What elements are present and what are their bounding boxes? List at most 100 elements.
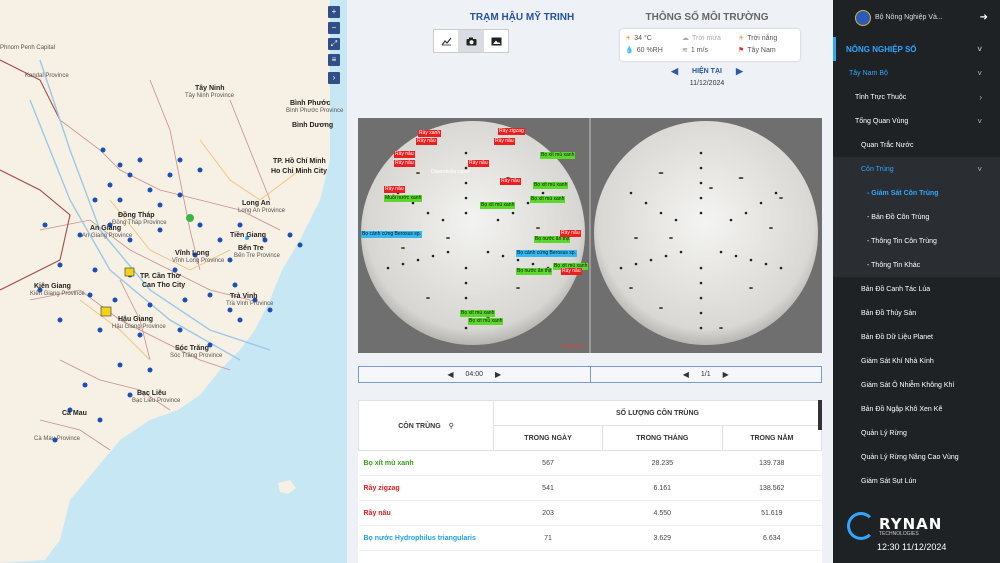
temperature-icon: ☀ [625,35,632,42]
sidebar-item-9[interactable]: - Thông Tin Khác [833,253,1000,277]
table-row[interactable]: Bọ nước Hydrophilus triangularis 71 3.629 6… [358,525,822,551]
insect-name: Rầy nâu [358,500,494,526]
layers-button[interactable]: ≡ [328,54,340,66]
wind-icon: ≋ [682,47,688,54]
next-page-arrow-icon[interactable]: ▶ [723,370,729,379]
photo-navigation: ◀ 04:00 ▶ ◀ 1/1 ▶ [358,366,822,383]
map-label: Bình Dương [292,122,334,129]
sidebar-item-13[interactable]: Giám Sát Khí Nhà Kính [833,349,1000,373]
sidebar-item-label: - Thông Tin Khác [867,261,921,269]
insect-count-table: CÔN TRÙNG ⚲ SỐ LƯỢNG CÔN TRÙNG TRONG NGÀ… [358,400,822,563]
detection-label: Diaeretiella rapae [431,169,471,175]
column-header-year: TRONG NĂM [721,425,822,451]
sidebar-item-label: Giám Sát Khí Nhà Kính [861,357,934,365]
image-tab[interactable] [484,30,508,52]
previous-time-arrow-icon[interactable]: ◀ [447,370,453,379]
sidebar-item-17[interactable]: Quản Lý Rừng Nâng Cao Vùng [833,445,1000,469]
zoom-in-button[interactable]: + [328,6,340,18]
table-row[interactable]: Rầy zigzag 541 6.161 138.562 [358,475,822,501]
sidebar-item-label: Quan Trắc Nước [861,141,914,149]
sidebar-item-16[interactable]: Quản Lý Rừng [833,421,1000,445]
sidebar-item-18[interactable]: Giám Sát Sụt Lún [833,469,1000,493]
detection-label: Rầy nâu [494,138,515,145]
column-header-insect[interactable]: CÔN TRÙNG ⚲ [358,400,494,451]
count-month: 28.235 [602,450,723,476]
sidebar-item-label: Bản Đồ Ngập Khô Xen Kẽ [861,405,943,413]
expand-panel-button[interactable]: › [328,72,340,84]
sidebar-item-3[interactable]: Tổng Quan Vùng ˅ [833,109,1000,133]
next-arrow-icon[interactable]: ▶ [736,66,743,77]
chevron-down-icon: ˅ [977,116,982,126]
current-label: HIỆN TẠI [692,68,722,75]
humidity-value: 60 %RH [636,46,663,54]
count-year: 138.562 [722,475,822,501]
previous-arrow-icon[interactable]: ◀ [671,66,678,77]
map-label: TP. Hồ Chí Minh [273,158,326,165]
sidebar-item-1[interactable]: Tây Nam Bộ ˅ [833,61,1000,85]
map-label: Kiên Giang Province [30,291,85,297]
sidebar-item-6[interactable]: - Giám Sát Côn Trùng [833,181,1000,205]
zoom-out-button[interactable]: − [328,22,340,34]
table-scrollbar[interactable] [818,400,822,430]
sun-icon: ☀ [738,35,745,42]
view-tabs [433,29,509,53]
sidebar-item-label: Tỉnh Trực Thuộc [855,93,907,101]
sidebar-item-label: Quản Lý Rừng Nâng Cao Vùng [861,453,959,461]
sidebar-item-11[interactable]: Bản Đồ Thủy Sản [833,301,1000,325]
next-time-arrow-icon[interactable]: ▶ [495,370,501,379]
count-day: 541 [493,475,603,501]
search-icon[interactable]: ⚲ [449,423,454,430]
sidebar-item-label: Bản Đồ Thủy Sản [861,309,917,317]
camera-icon [466,37,476,45]
detection-label: Bọ xít mù xanh [530,196,566,203]
previous-page-arrow-icon[interactable]: ◀ [683,370,689,379]
sidebar-item-14[interactable]: Giám Sát Ô Nhiễm Không Khí [833,373,1000,397]
camera-tab[interactable] [459,30,484,52]
sidebar-item-10[interactable]: Bản Đồ Canh Tác Lúa [833,277,1000,301]
map-label: Sóc Trăng Province [170,353,223,359]
logout-icon[interactable]: ➜ [980,12,988,23]
sidebar-item-label: - Bản Đồ Côn Trùng [867,213,930,221]
map-label: Kiên Giang [34,283,71,290]
detection-label: Rầy nâu [468,160,489,167]
sidebar-item-15[interactable]: Bản Đồ Ngập Khô Xen Kẽ [833,397,1000,421]
sidebar-item-label: NÔNG NGHIỆP SỐ [846,44,917,54]
sidebar-item-0[interactable]: NÔNG NGHIỆP SỐ ˅ [833,37,1000,61]
count-day: 203 [493,500,603,526]
image-icon [491,37,501,45]
organization-name: Bộ Nông Nghiệp Và... [875,14,943,21]
map-label: Tây Ninh [195,85,225,92]
sidebar-item-12[interactable]: Bản Đồ Dữ Liệu Planet [833,325,1000,349]
trap-photo-right[interactable] [591,118,822,353]
sidebar-item-2[interactable]: Tỉnh Trực Thuộc › [833,85,1000,109]
table-row[interactable]: Bọ xít mù xanh 567 28.235 139.738 [358,450,822,476]
insect-name: Bọ nước Hydrophilus triangularis [358,525,494,551]
sidebar-item-label: - Giám Sát Côn Trùng [867,189,939,197]
map-label: Vĩnh Long Province [172,258,225,264]
sidebar-item-label: Giám Sát Sụt Lún [861,477,917,485]
chevron-down-icon: ˅ [977,68,982,78]
chart-icon [441,37,451,45]
sidebar-item-8[interactable]: - Thông Tin Côn Trùng [833,229,1000,253]
sidebar-item-7[interactable]: - Bản Đồ Côn Trùng [833,205,1000,229]
map-label: Kandal Province [25,73,69,79]
table-row[interactable]: Rầy nâu 203 4.550 51.619 [358,500,822,526]
ministry-logo [855,9,871,26]
detection-label: Bọ xít mù xanh [460,310,496,317]
detection-label: Bọ cánh cứng Berosus sp. [516,250,577,257]
map-label: Long An [242,200,271,207]
map-label: Bình Phước Province [286,108,344,114]
sidebar-item-4[interactable]: Quan Trắc Nước [833,133,1000,157]
map-label: Cà Mau [62,410,87,417]
detection-label: Rầy nâu [561,268,582,275]
environment-title: THÔNG SỐ MÔI TRƯỜNG [645,12,769,23]
fullscreen-button[interactable]: ⤢ [328,38,340,50]
map-label: Ho Chi Minh City [271,168,327,175]
environment-panel: ☀ 34 °C 💧 60 %RH ☁ Trời mưa ≋ 1 m/s ☀ Tr… [620,29,800,61]
detection-label: Bọ xít mù xanh [533,182,569,189]
chart-tab[interactable] [434,30,459,52]
map-panel[interactable]: Phnom Penh Capital Kandal Province Tây N… [0,0,347,563]
sidebar-item-5[interactable]: Côn Trùng ˅ [833,157,1000,181]
trap-photo-left[interactable]: Rầy xanh Rầy zigzag Rầy nâu Rầy nâu Rầy … [358,118,589,353]
temperature-value: 34 °C [634,34,652,42]
